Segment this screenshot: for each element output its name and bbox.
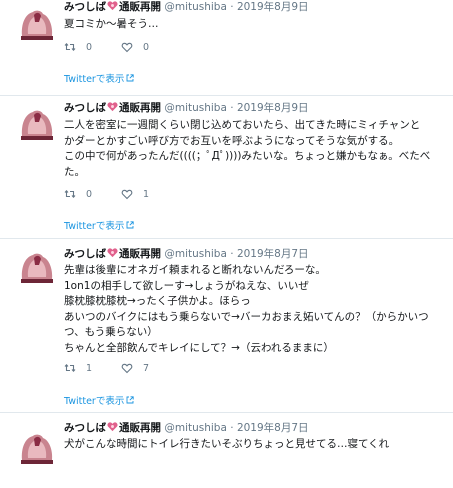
like-button[interactable]: 1: [121, 188, 149, 200]
author-name[interactable]: みつしば: [64, 1, 106, 13]
external-link-icon: [126, 396, 134, 404]
tweet-text: 二人を密室に一週間くらい閉じ込めておいたら、出てきた時にミィチャンと かダーとか…: [64, 118, 445, 180]
heart-emoji-icon: [107, 102, 118, 112]
avatar[interactable]: [19, 249, 55, 285]
retweet-button[interactable]: 0: [64, 41, 121, 53]
tweet-text-line: 膝枕膝枕膝枕→ったく子供かよ。ほらっ: [64, 295, 251, 307]
tweet-header: みつしば 通販再開 @mitushiba · 2019年8月7日: [64, 421, 445, 436]
view-on-twitter-link[interactable]: Twitterで表示: [64, 71, 134, 85]
author-handle[interactable]: @mitushiba: [164, 422, 227, 434]
timeline-feed[interactable]: みつしば 通販再開 @mitushiba · 2019年8月9日 夏コミか〜暑そう…: [0, 0, 453, 488]
like-count: 0: [143, 41, 150, 53]
author-handle[interactable]: @mitushiba: [164, 1, 227, 13]
meta-separator: ·: [230, 248, 234, 260]
tweet-date[interactable]: 2019年8月9日: [237, 102, 309, 114]
meta-separator: ·: [230, 1, 234, 13]
retweet-button[interactable]: 0: [64, 188, 121, 200]
author-name[interactable]: みつしば: [64, 248, 106, 260]
like-button[interactable]: 0: [121, 41, 149, 53]
like-button[interactable]: 7: [121, 362, 149, 374]
author-badge: 通販再開: [119, 102, 161, 114]
tweet-header: みつしば 通販再開 @mitushiba · 2019年8月9日: [64, 0, 445, 15]
retweet-icon: [64, 363, 76, 373]
view-on-twitter-link[interactable]: Twitterで表示: [64, 393, 134, 407]
author-name[interactable]: みつしば: [64, 422, 106, 434]
avatar[interactable]: [19, 106, 55, 142]
tweet-text-line: 先輩は後輩にオネガイ頼まれると断れないんだろーな。: [64, 264, 326, 276]
tweet-actions: 0 0: [64, 40, 149, 54]
tweet[interactable]: みつしば 通販再開 @mitushiba · 2019年8月7日 先輩は後輩にオネ…: [0, 239, 453, 413]
tweet-text-line: ちゃんと全部飲んでキレイにして？→（云われるままに）: [64, 341, 334, 354]
avatar[interactable]: [19, 430, 55, 466]
retweet-count: 0: [86, 188, 93, 200]
author-badge: 通販再開: [119, 1, 161, 13]
heart-emoji-icon: [107, 422, 118, 432]
tweet-text-line: この中で何があったんだ((((；ﾟДﾟ))))みたいな。ちょっと嫌かもなぁ。べた…: [64, 150, 431, 162]
tweet-text-line: 夏コミか〜暑そう…: [64, 18, 159, 30]
tweet-actions: 0 1: [64, 187, 149, 201]
tweet-text: 先輩は後輩にオネガイ頼まれると断れないんだろーな。 1on1の相手して欲しーす→…: [64, 263, 445, 356]
view-on-twitter-label: Twitterで表示: [64, 221, 125, 232]
retweet-count: 1: [86, 362, 93, 374]
author-name[interactable]: みつしば: [64, 102, 106, 114]
heart-emoji-icon: [107, 1, 118, 11]
tweet-header: みつしば 通販再開 @mitushiba · 2019年8月9日: [64, 101, 445, 116]
tweet[interactable]: みつしば 通販再開 @mitushiba · 2019年8月9日 二人を密室に一週…: [0, 96, 453, 238]
tweet-header: みつしば 通販再開 @mitushiba · 2019年8月7日: [64, 247, 445, 262]
like-count: 1: [143, 188, 150, 200]
tweet-text-line: あいつのバイクにはもう乗らないで→バーカおまえ妬いてんの？（からかいつ: [64, 310, 429, 323]
tweet-text-line: 1on1の相手して欲しーす→しょうがねえな、いいぜ: [64, 279, 309, 292]
view-on-twitter-label: Twitterで表示: [64, 74, 125, 85]
tweet-actions: 1 7: [64, 361, 149, 375]
tweet-date[interactable]: 2019年8月9日: [237, 1, 309, 13]
retweet-count: 0: [86, 41, 93, 53]
tweet-text: 夏コミか〜暑そう…: [64, 17, 445, 33]
like-count: 7: [143, 362, 150, 374]
tweet-text-line: かダーとかすごい呼び方でお互いを呼ぶようになってそうな気がする。: [64, 134, 400, 147]
retweet-icon: [64, 189, 76, 199]
tweet[interactable]: みつしば 通販再開 @mitushiba · 2019年8月9日 夏コミか〜暑そう…: [0, 0, 453, 95]
tweet[interactable]: みつしば 通販再開 @mitushiba · 2019年8月7日 犬がこんな時間に…: [0, 413, 453, 488]
tweet-text: 犬がこんな時間にトイレ行きたいそぶりちょっと見せてる…寝てくれ: [64, 437, 445, 453]
avatar[interactable]: [19, 6, 55, 42]
tweet-text-line: つ、もう乗らない）: [64, 326, 158, 338]
tweet-text-line: 犬がこんな時間にトイレ行きたいそぶりちょっと見せてる…寝てくれ: [64, 438, 390, 450]
view-on-twitter-link[interactable]: Twitterで表示: [64, 218, 134, 232]
tweet-date[interactable]: 2019年8月7日: [237, 422, 309, 434]
like-heart-icon: [121, 189, 133, 200]
author-handle[interactable]: @mitushiba: [164, 102, 227, 114]
retweet-button[interactable]: 1: [64, 362, 121, 374]
author-badge: 通販再開: [119, 248, 161, 260]
heart-emoji-icon: [107, 248, 118, 258]
meta-separator: ·: [230, 102, 234, 114]
like-heart-icon: [121, 42, 133, 53]
tweet-date[interactable]: 2019年8月7日: [237, 248, 309, 260]
author-badge: 通販再開: [119, 422, 161, 434]
view-on-twitter-label: Twitterで表示: [64, 396, 125, 407]
external-link-icon: [126, 221, 134, 229]
meta-separator: ·: [230, 422, 234, 434]
like-heart-icon: [121, 363, 133, 374]
tweet-text-line: 二人を密室に一週間くらい閉じ込めておいたら、出てきた時にミィチャンと: [64, 119, 421, 131]
author-handle[interactable]: @mitushiba: [164, 248, 227, 260]
tweet-text-line: た。: [64, 165, 85, 178]
external-link-icon: [126, 74, 134, 82]
retweet-icon: [64, 42, 76, 52]
